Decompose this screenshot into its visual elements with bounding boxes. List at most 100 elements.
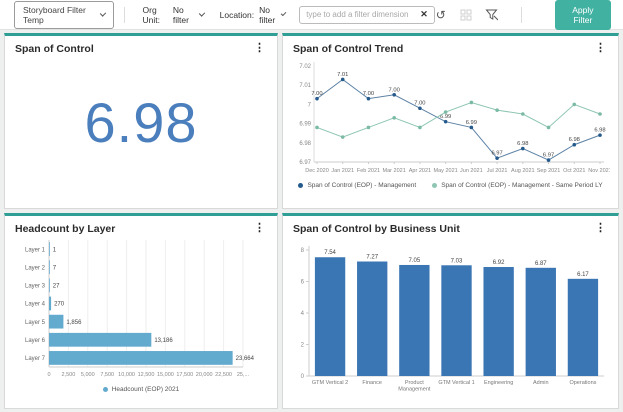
svg-text:2: 2 (301, 343, 305, 349)
legend-item: Span of Control (EOP) - Management (298, 182, 416, 189)
svg-text:0: 0 (47, 372, 50, 378)
svg-text:6.99: 6.99 (299, 122, 311, 128)
location-filter[interactable]: Location: No filter (220, 5, 286, 25)
svg-text:7.01: 7.01 (337, 72, 348, 78)
headcount-legend: Headcount (EOP) 2021 (13, 386, 269, 393)
svg-text:17,500: 17,500 (176, 372, 193, 378)
svg-text:Layer 2: Layer 2 (25, 265, 46, 271)
headcount-by-layer-card: Headcount by Layer ⋮ 02,5005,0007,50010,… (4, 213, 278, 409)
svg-text:Layer 1: Layer 1 (25, 247, 46, 253)
svg-text:Layer 7: Layer 7 (25, 356, 46, 362)
filter-toolbar: Storyboard Filter Temp Org Unit: No filt… (0, 0, 623, 30)
svg-text:GTM Vertical 1: GTM Vertical 1 (438, 380, 474, 386)
svg-text:2,500: 2,500 (62, 372, 76, 378)
clear-filters-icon[interactable] (485, 7, 498, 23)
svg-text:10,000: 10,000 (118, 372, 135, 378)
filter-dimension-search: ✕ (299, 6, 435, 24)
filter-dimension-input[interactable] (306, 10, 416, 19)
svg-text:6.98: 6.98 (517, 141, 528, 147)
svg-text:Product: Product (405, 380, 424, 386)
trend-legend: Span of Control (EOP) - Management Span … (291, 182, 610, 189)
svg-text:270: 270 (54, 302, 65, 308)
svg-text:Jan 2021: Jan 2021 (331, 168, 354, 174)
svg-text:Sep 2021: Sep 2021 (537, 168, 561, 174)
legend-label: Span of Control (EOP) - Management (307, 182, 416, 189)
kebab-menu-icon[interactable]: ⋮ (593, 43, 608, 54)
svg-text:8: 8 (301, 248, 305, 254)
legend-label: Headcount (EOP) 2021 (112, 386, 180, 393)
svg-text:6.98: 6.98 (299, 141, 311, 147)
kebab-menu-icon[interactable]: ⋮ (252, 43, 267, 54)
legend-item: Span of Control (EOP) - Management - Sam… (432, 182, 602, 189)
svg-text:7,500: 7,500 (100, 372, 114, 378)
svg-text:7.05: 7.05 (409, 258, 421, 264)
svg-text:7.01: 7.01 (299, 83, 311, 89)
svg-text:5,000: 5,000 (81, 372, 95, 378)
chevron-down-icon (100, 10, 106, 16)
location-value: No filter (259, 5, 277, 25)
svg-text:6.92: 6.92 (493, 260, 505, 266)
svg-text:7.00: 7.00 (311, 91, 322, 97)
svg-text:Layer 3: Layer 3 (25, 284, 46, 290)
grid-icon[interactable] (460, 7, 472, 23)
svg-text:Admin: Admin (533, 380, 549, 386)
svg-text:12,500: 12,500 (138, 372, 155, 378)
svg-text:1: 1 (53, 247, 57, 253)
svg-text:20,000: 20,000 (196, 372, 213, 378)
svg-text:Operations: Operations (569, 380, 596, 386)
svg-text:Layer 6: Layer 6 (25, 338, 46, 344)
legend-dot (103, 387, 108, 392)
svg-text:27: 27 (53, 284, 60, 290)
svg-text:7.00: 7.00 (363, 91, 374, 97)
chevron-down-icon (281, 10, 287, 16)
svg-text:6.97: 6.97 (299, 160, 311, 166)
svg-text:Layer 5: Layer 5 (25, 320, 46, 326)
svg-text:6.99: 6.99 (440, 114, 451, 120)
span-of-control-by-business-unit-card: Span of Control by Business Unit ⋮ 02468… (282, 213, 619, 409)
svg-text:Jun 2021: Jun 2021 (460, 168, 483, 174)
span-of-control-trend-card: Span of Control Trend ⋮ 7.02 7.01 7 6.99 6.9… (282, 33, 619, 209)
svg-text:0: 0 (301, 374, 305, 380)
legend-dot (432, 183, 437, 188)
svg-text:7.03: 7.03 (451, 258, 463, 264)
svg-text:7: 7 (308, 102, 312, 108)
svg-text:6.98: 6.98 (569, 137, 580, 143)
svg-text:6.97: 6.97 (491, 151, 502, 157)
kebab-menu-icon[interactable]: ⋮ (252, 223, 267, 234)
svg-text:7.00: 7.00 (389, 87, 400, 93)
svg-text:Aug 2021: Aug 2021 (511, 168, 535, 174)
span-of-control-card: Span of Control ⋮ 6.98 (4, 33, 278, 209)
trend-line-chart: 7.02 7.01 7 6.99 6.98 6.97 Dec 2020Jan 2021Feb… (291, 57, 610, 175)
svg-text:GTM Vertical 2: GTM Vertical 2 (312, 380, 348, 386)
svg-text:7.00: 7.00 (414, 101, 425, 107)
svg-text:23,664: 23,664 (236, 356, 255, 362)
clear-input-icon[interactable]: ✕ (420, 9, 428, 20)
undo-icon[interactable]: ↺ (435, 7, 447, 23)
svg-text:13,186: 13,186 (154, 338, 173, 344)
svg-text:Feb 2021: Feb 2021 (357, 168, 380, 174)
svg-text:Management: Management (398, 387, 431, 393)
apply-filter-button[interactable]: Apply Filter (555, 0, 611, 30)
svg-text:7: 7 (53, 265, 57, 271)
kebab-menu-icon[interactable]: ⋮ (593, 223, 608, 234)
storyboard-filter-dropdown[interactable]: Storyboard Filter Temp (14, 1, 114, 29)
svg-text:7.02: 7.02 (299, 64, 311, 70)
svg-text:6.87: 6.87 (535, 261, 547, 267)
svg-text:7.54: 7.54 (324, 250, 336, 256)
svg-text:Dec 2020: Dec 2020 (305, 168, 329, 174)
chevron-down-icon (198, 10, 204, 16)
card-title: Span of Control (15, 43, 94, 55)
legend-dot (298, 183, 303, 188)
toolbar-divider (124, 7, 125, 23)
svg-text:22,500: 22,500 (215, 372, 232, 378)
org-unit-filter[interactable]: Org Unit: No filter (143, 5, 204, 25)
svg-text:1,856: 1,856 (66, 320, 82, 326)
svg-text:Nov 2021: Nov 2021 (588, 168, 610, 174)
svg-text:7.27: 7.27 (366, 254, 378, 260)
svg-text:4: 4 (301, 311, 305, 317)
svg-text:6: 6 (301, 280, 305, 286)
svg-text:6.97: 6.97 (543, 153, 554, 159)
svg-text:Apr 2021: Apr 2021 (409, 168, 431, 174)
card-title: Span of Control Trend (293, 43, 403, 55)
legend-label: Span of Control (EOP) - Management - Sam… (441, 182, 602, 189)
